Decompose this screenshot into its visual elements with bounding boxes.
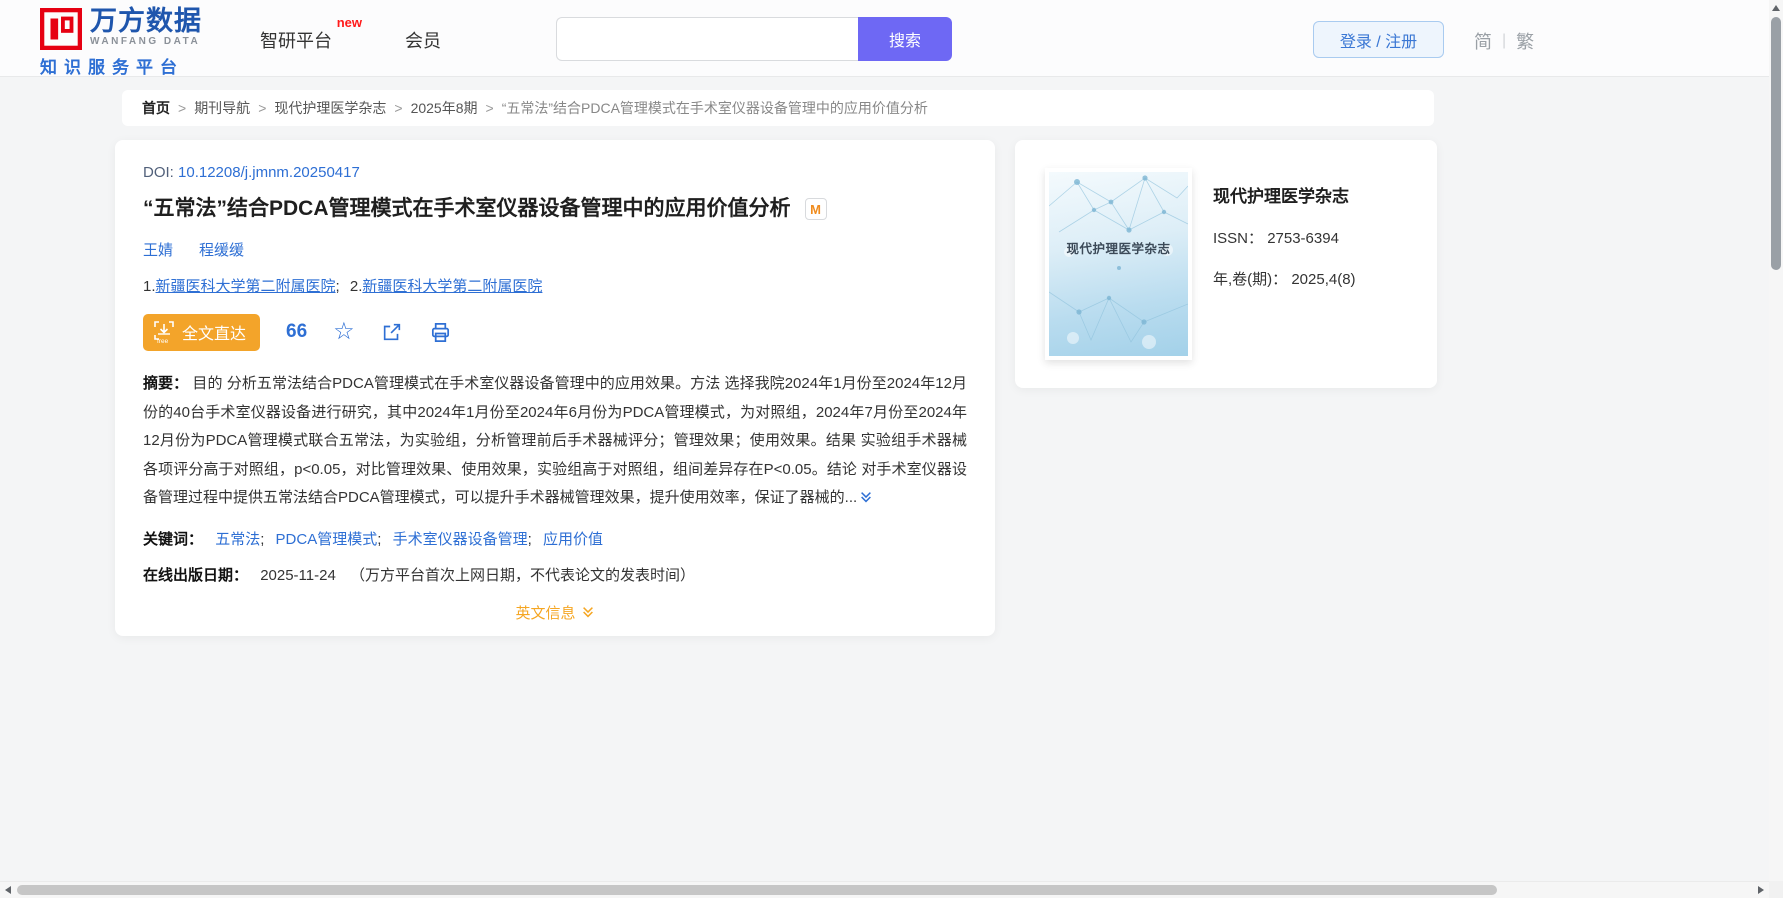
keyword-link[interactable]: 手术室仪器设备管理: [393, 531, 528, 548]
journal-name[interactable]: 现代护理医学杂志: [1213, 182, 1356, 207]
doi-link[interactable]: 10.12208/j.jmnm.20250417: [178, 164, 360, 181]
vertical-scrollbar[interactable]: [1769, 0, 1783, 881]
brand-name-en: WANFANG DATA: [90, 36, 201, 47]
vertical-scrollbar-thumb[interactable]: [1771, 17, 1781, 270]
cite-button[interactable]: 66: [286, 319, 307, 345]
keyword-link[interactable]: PDCA管理模式: [276, 531, 378, 548]
doi-row: DOI: 10.12208/j.jmnm.20250417: [143, 164, 967, 181]
abstract-label: 摘要：: [143, 375, 189, 392]
free-download-icon: free: [154, 321, 174, 344]
breadcrumb-journal[interactable]: 现代护理医学杂志: [274, 98, 386, 118]
volume-label: 年,卷(期)：: [1213, 271, 1288, 288]
wanfang-logo[interactable]: 万方数据 WANFANG DATA 知识服务平台: [40, 8, 240, 78]
affiliation-link[interactable]: 新疆医科大学第二附属医院: [156, 278, 336, 295]
wanfang-logo-icon: [40, 8, 82, 50]
language-switch: 简 | 繁: [1474, 28, 1534, 54]
breadcrumb-journal-nav[interactable]: 期刊导航: [194, 98, 250, 118]
lang-simplified[interactable]: 简: [1474, 28, 1492, 54]
keyword-separator: ;: [377, 530, 382, 548]
med-badge-icon[interactable]: M: [804, 198, 827, 220]
keywords-label: 关键词：: [143, 530, 204, 548]
lang-traditional[interactable]: 繁: [1516, 28, 1534, 54]
volume-value: 2025,4(8): [1291, 271, 1356, 288]
nav-membership[interactable]: 会员: [405, 27, 441, 53]
affiliation-index: 2.: [349, 278, 363, 295]
journal-cover-title: 现代护理医学杂志: [1066, 242, 1171, 257]
brand-subtitle: 知识服务平台: [40, 58, 184, 77]
issn-label: ISSN：: [1213, 230, 1264, 247]
scrollbar-corner: [1769, 881, 1783, 898]
publish-date-label: 在线出版日期：: [143, 566, 249, 584]
keyword-separator: ;: [527, 530, 532, 548]
print-icon: [431, 322, 449, 342]
keyword-link[interactable]: 应用价值: [543, 531, 603, 548]
horizontal-scrollbar-thumb[interactable]: [17, 885, 1497, 895]
share-button[interactable]: [381, 319, 403, 345]
breadcrumb-separator: >: [485, 100, 494, 116]
login-register-button[interactable]: 登录 / 注册: [1313, 21, 1444, 58]
english-info-toggle[interactable]: 英文信息: [515, 602, 594, 623]
lang-divider: |: [1502, 32, 1507, 49]
star-icon: ☆: [333, 318, 355, 345]
breadcrumb-home[interactable]: 首页: [142, 98, 170, 118]
abstract-text: 目的 分析五常法结合PDCA管理模式在手术室仪器设备管理中的应用效果。方法 选择…: [143, 375, 967, 506]
favorite-button[interactable]: ☆: [333, 319, 355, 345]
scroll-left-arrow[interactable]: [5, 886, 11, 894]
expand-abstract-chevron-icon[interactable]: [859, 486, 873, 515]
double-chevron-down-icon: [582, 607, 593, 618]
publish-date-value: 2025-11-24: [260, 566, 336, 584]
abstract-paragraph: 摘要： 目的 分析五常法结合PDCA管理模式在手术室仪器设备管理中的应用效果。方…: [143, 370, 967, 515]
print-button[interactable]: [429, 319, 452, 345]
quote-icon: 66: [286, 321, 308, 342]
nav-zhiyan-platform[interactable]: 智研平台 new: [260, 15, 362, 53]
journal-cover[interactable]: 现代护理医学杂志: [1045, 168, 1192, 360]
brand-name-cn: 万方数据: [90, 6, 202, 36]
issn-value: 2753-6394: [1267, 230, 1339, 247]
affiliation-index: 1.: [143, 278, 156, 295]
svg-text:free: free: [157, 338, 169, 344]
article-card: DOI: 10.12208/j.jmnm.20250417 “五常法”结合PDC…: [115, 140, 995, 636]
page: 万方数据 WANFANG DATA 知识服务平台 智研平台 new 会员 搜索 …: [0, 0, 1783, 898]
doi-label: DOI:: [143, 164, 174, 181]
horizontal-scrollbar[interactable]: [0, 881, 1769, 898]
breadcrumb-separator: >: [178, 100, 187, 116]
article-actions: free 全文直达 66 ☆: [143, 313, 967, 351]
breadcrumb: 首页 > 期刊导航 > 现代护理医学杂志 > 2025年8期 > “五常法”结合…: [122, 90, 1434, 126]
breadcrumb-issue[interactable]: 2025年8期: [411, 98, 478, 118]
share-icon: [383, 323, 400, 341]
cover-network-pattern: [1049, 175, 1188, 349]
search-input[interactable]: [556, 17, 858, 61]
search-bar: 搜索: [556, 17, 952, 61]
breadcrumb-current-page: “五常法”结合PDCA管理模式在手术室仪器设备管理中的应用价值分析: [501, 100, 928, 116]
site-header: 万方数据 WANFANG DATA 知识服务平台 智研平台 new 会员 搜索 …: [0, 0, 1783, 77]
new-badge: new: [336, 15, 362, 30]
keyword-separator: ;: [260, 530, 265, 548]
article-title: “五常法”结合PDCA管理模式在手术室仪器设备管理中的应用价值分析: [143, 197, 791, 220]
journal-volume-row: 年,卷(期)： 2025,4(8): [1213, 268, 1356, 289]
affiliation-link[interactable]: 新疆医科大学第二附属医院: [362, 278, 542, 295]
fulltext-label: 全文直达: [182, 326, 247, 343]
authors-row: 王婧 程缓缓: [143, 239, 967, 260]
affiliation-separator: ;: [335, 278, 340, 295]
search-button[interactable]: 搜索: [858, 17, 952, 61]
scroll-right-arrow[interactable]: [1758, 886, 1764, 894]
affiliations-row: 1.新疆医科大学第二附属医院; 2.新疆医科大学第二附属医院: [143, 275, 967, 296]
fulltext-button[interactable]: free 全文直达: [143, 313, 261, 351]
scroll-up-arrow[interactable]: [1772, 5, 1780, 11]
breadcrumb-separator: >: [394, 100, 403, 116]
journal-issn-row: ISSN： 2753-6394: [1213, 227, 1356, 248]
publish-date-note: （万方平台首次上网日期，不代表论文的发表时间）: [349, 566, 695, 584]
keyword-link[interactable]: 五常法: [215, 531, 260, 548]
journal-card: 现代护理医学杂志 现代护理医学杂志 ISSN： 2753-6394 年,卷(期)…: [1015, 140, 1437, 388]
publish-date-row: 在线出版日期： 2025-11-24 （万方平台首次上网日期，不代表论文的发表时…: [143, 564, 967, 585]
keywords-row: 关键词： 五常法; PDCA管理模式; 手术室仪器设备管理; 应用价值: [143, 528, 967, 549]
author-link[interactable]: 王婧: [143, 239, 173, 260]
breadcrumb-separator: >: [258, 100, 267, 116]
author-link[interactable]: 程缓缓: [199, 239, 244, 260]
